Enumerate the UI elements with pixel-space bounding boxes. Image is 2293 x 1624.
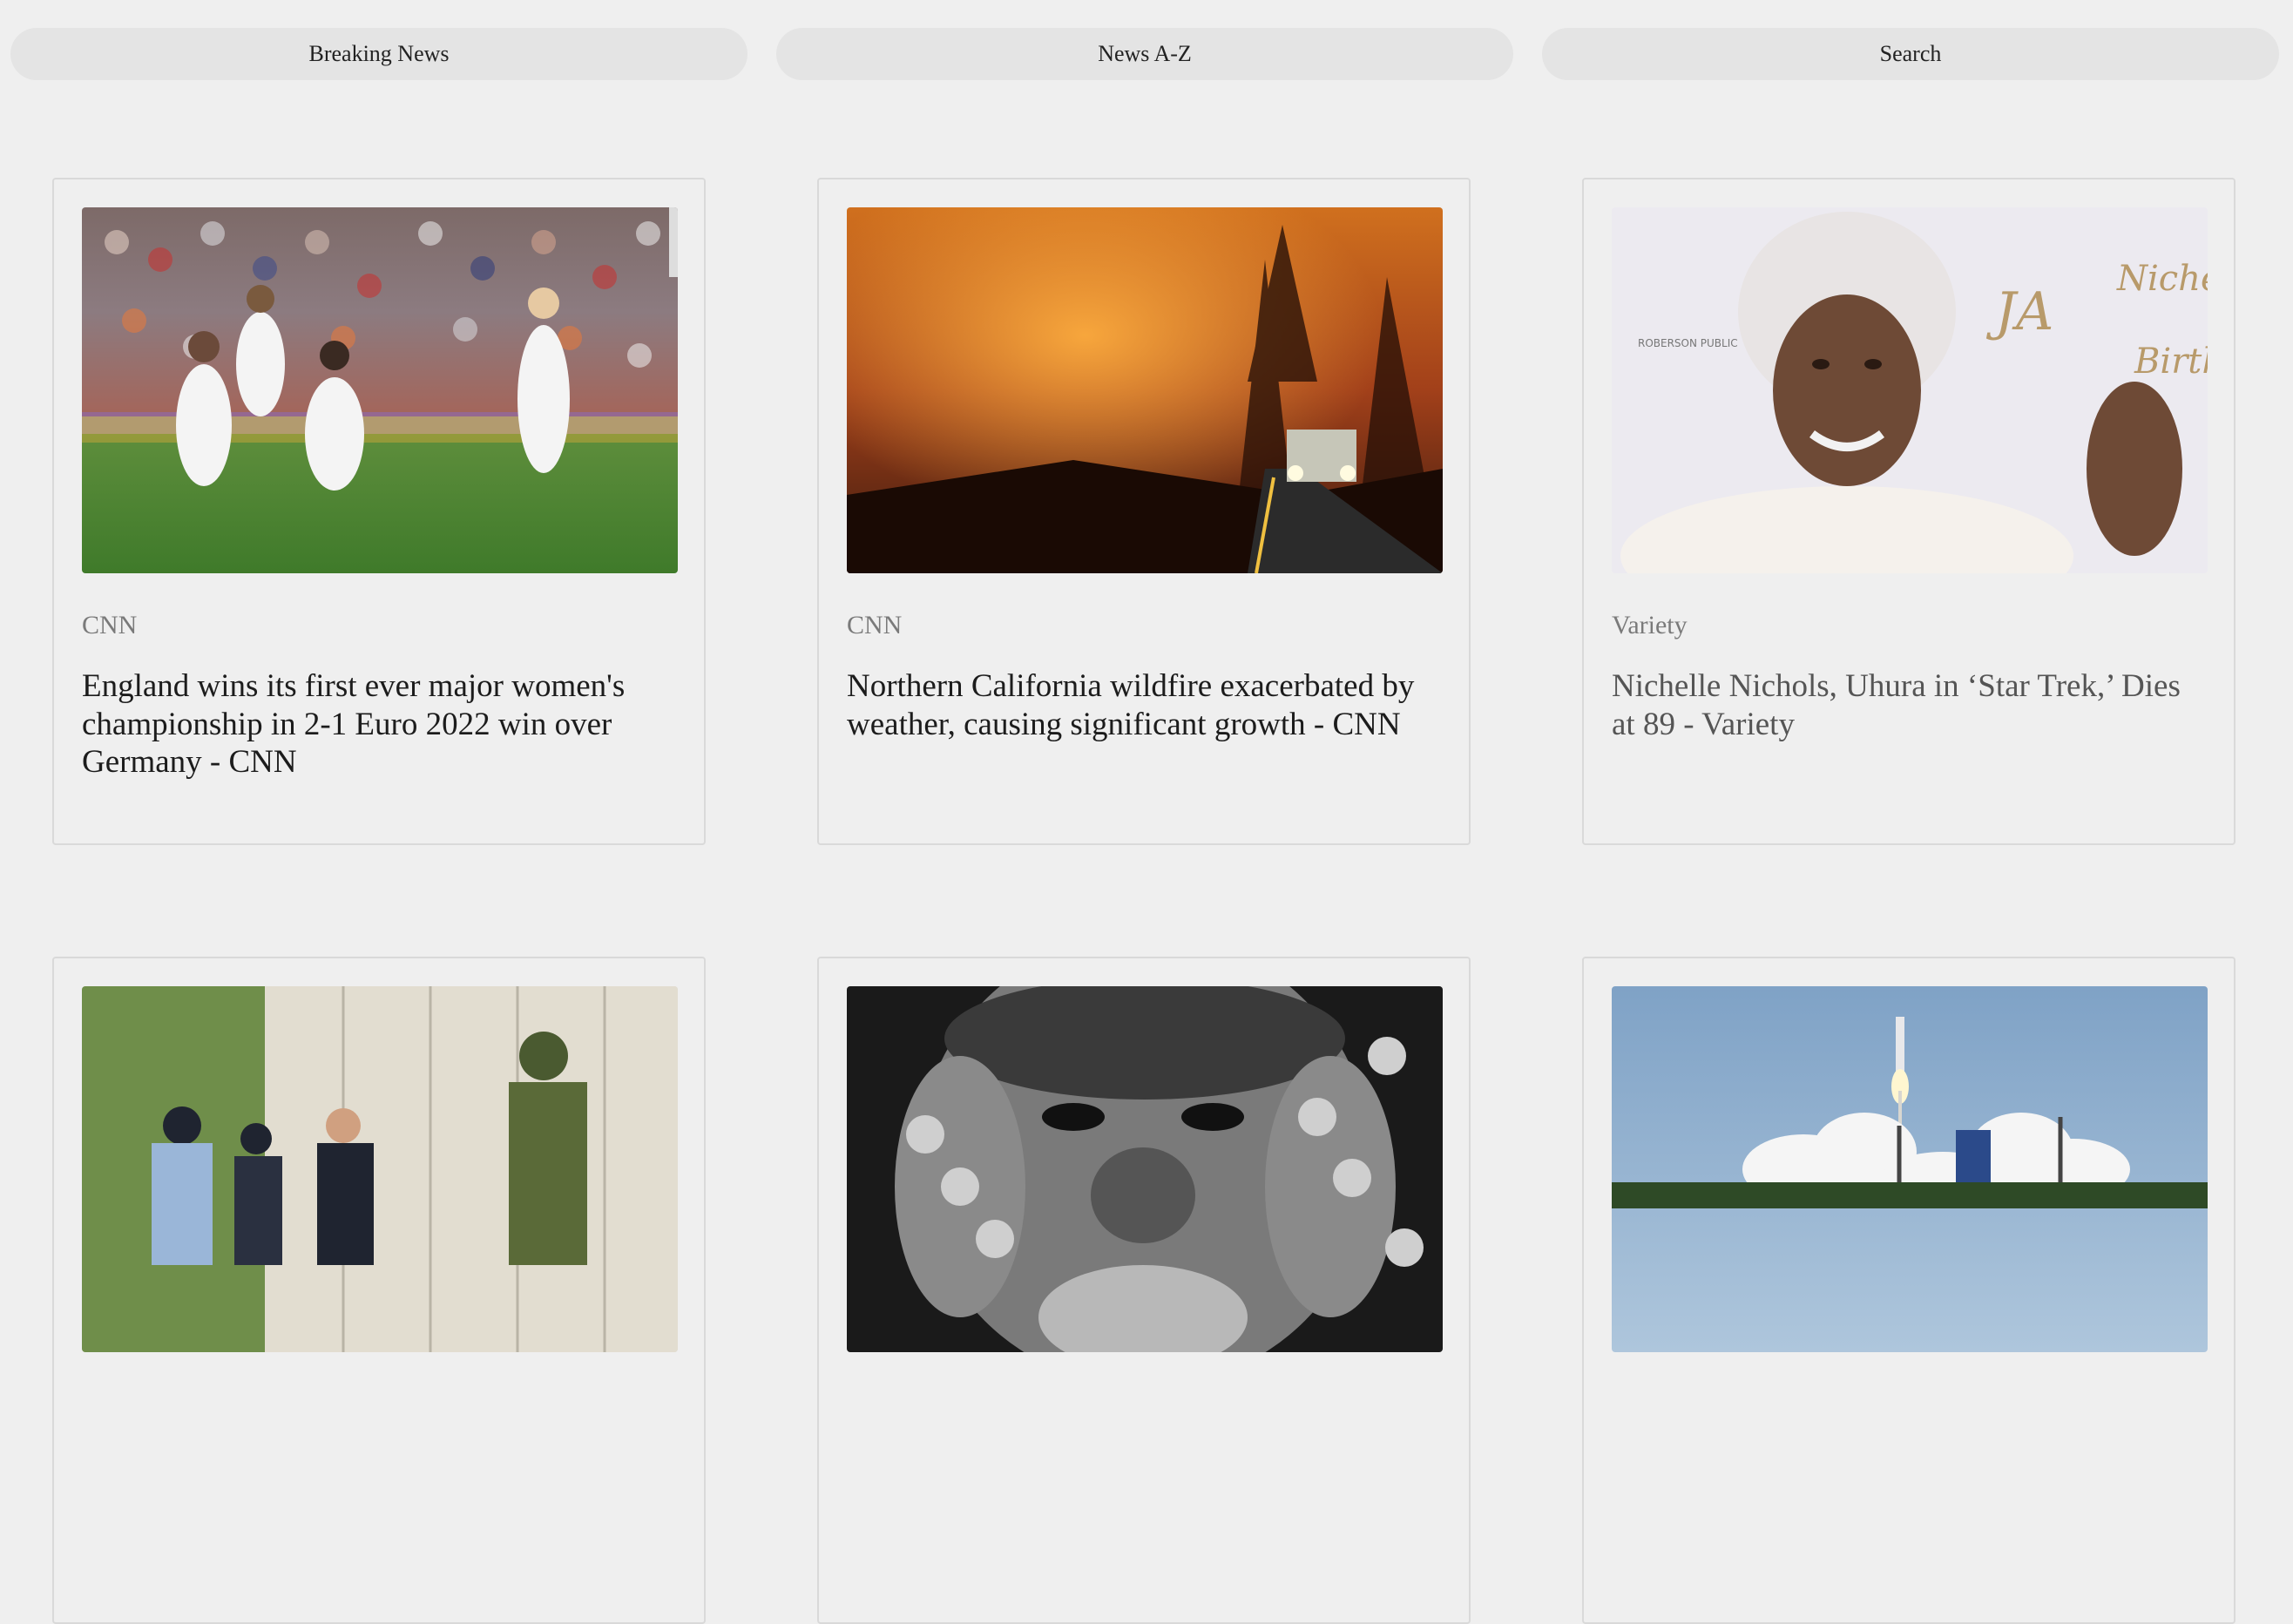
article-card[interactable] (817, 957, 1471, 1624)
svg-text:ROBERSON PUBLIC: ROBERSON PUBLIC (1638, 337, 1738, 349)
bw-portrait-rings-image[interactable] (847, 986, 1443, 1352)
nav-search-button[interactable]: Search (1542, 28, 2279, 80)
rocket-launch-image[interactable] (1612, 986, 2208, 1352)
article-card[interactable]: CNN England wins its first ever major wo… (52, 178, 706, 845)
svg-text:JA: JA (1985, 281, 2053, 342)
soccer-celebration-image[interactable] (82, 207, 678, 573)
article-grid: CNN England wins its first ever major wo… (52, 178, 2236, 1624)
top-navigation: Breaking News News A-Z Search (10, 28, 2279, 80)
article-source: CNN (82, 611, 138, 639)
article-source: CNN (847, 611, 903, 639)
svg-text:Nichell: Nichell (2116, 259, 2208, 299)
article-card[interactable]: CNN Northern California wildfire exacerb… (817, 178, 1471, 845)
soldiers-street-image[interactable] (82, 986, 678, 1352)
svg-text:Birthda: Birthda (2134, 342, 2208, 382)
article-headline[interactable]: Nichelle Nichols, Uhura in ‘Star Trek,’ … (1612, 667, 2206, 743)
nav-breaking-news-button[interactable]: Breaking News (10, 28, 747, 80)
portrait-waving-image[interactable]: Nichell Birthda ROBERSON PUBLIC JA (1612, 207, 2208, 573)
article-source: Variety (1612, 611, 1688, 639)
article-card[interactable]: Nichell Birthda ROBERSON PUBLIC JA Varie… (1582, 178, 2236, 845)
article-card[interactable] (1582, 957, 2236, 1624)
article-headline[interactable]: Northern California wildfire exacerbated… (847, 667, 1441, 743)
wildfire-road-image[interactable] (847, 207, 1443, 573)
article-card[interactable] (52, 957, 706, 1624)
article-headline[interactable]: England wins its first ever major women'… (82, 667, 676, 782)
nav-news-a-z-button[interactable]: News A-Z (776, 28, 1513, 80)
